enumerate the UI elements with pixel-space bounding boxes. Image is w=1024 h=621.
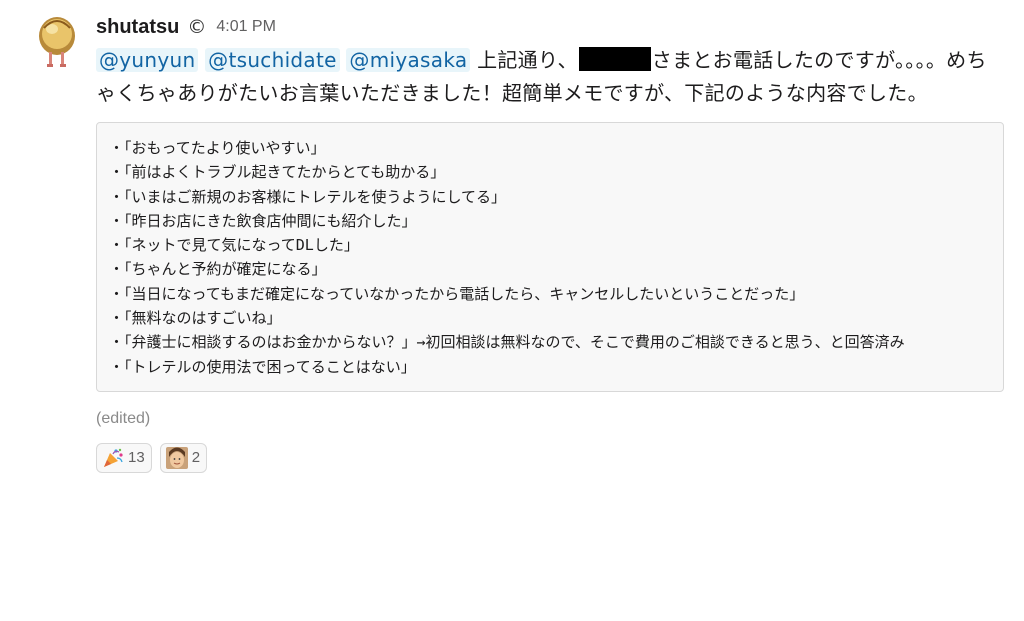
code-line: ・「無料なのはすごいね」 (109, 309, 282, 328)
username[interactable]: shutatsu (96, 16, 179, 39)
reaction-count: 2 (191, 449, 201, 467)
person-face-icon (165, 446, 188, 469)
reaction-person-face[interactable]: 2 (159, 442, 208, 473)
mention-yunyun[interactable]: @yunyun (96, 48, 199, 72)
reaction-count: 13 (128, 449, 145, 467)
code-line: ・「ちゃんと予約が確定になる」 (109, 260, 327, 279)
timestamp[interactable]: 4:01 PM (216, 18, 276, 36)
code-line: ・「前はよくトラブル起きてたからとても助かる」 (109, 163, 446, 182)
code-line: ・「トレテルの使用法で困ってることはない」 (109, 357, 416, 376)
slack-message: shutatsu © 4:01 PM @yunyun @tsuchidate @… (0, 0, 1024, 621)
reactions-bar: 13 2 (96, 442, 1008, 473)
message-content: shutatsu © 4:01 PM @yunyun @tsuchidate @… (96, 10, 1008, 473)
redacted-name-block (578, 47, 651, 71)
message-body: @yunyun @tsuchidate @miyasaka 上記通り、 さまとお電… (96, 44, 1001, 110)
code-line: ・「当日になってもまだ確定になっていなかったから電話したら、キャンセルしたいとい… (109, 284, 805, 303)
edited-label: (edited) (96, 409, 151, 427)
code-line: ・「昨日お店にきた飲食店仲間にも紹介した」 (109, 211, 417, 230)
avatar[interactable] (36, 14, 78, 70)
message-text-before-redaction: 上記通り、 (477, 48, 578, 72)
mention-miyasaka[interactable]: @miyasaka (346, 48, 471, 72)
message-header: shutatsu © 4:01 PM (96, 10, 1008, 44)
code-line: ・「ネットで見て気になってDLした」 (109, 236, 359, 255)
party-popper-icon (104, 448, 123, 467)
copyright-status-icon: © (187, 15, 207, 38)
code-line: ・「おもってたより使いやすい」 (109, 139, 326, 157)
code-line: ・「弁護士に相談するのはお金かからない？」→初回相談は無料なので、そこで費用のご… (109, 333, 905, 352)
reaction-party-popper[interactable]: 13 (96, 442, 152, 473)
mention-tsuchidate[interactable]: @tsuchidate (205, 48, 340, 72)
code-line: ・「いまはご新規のお客様にトレテルを使うようにしてる」 (109, 187, 507, 206)
code-block: ・「おもってたより使いやすい」 ・「前はよくトラブル起きてたからとても助かる」 … (96, 122, 1004, 392)
